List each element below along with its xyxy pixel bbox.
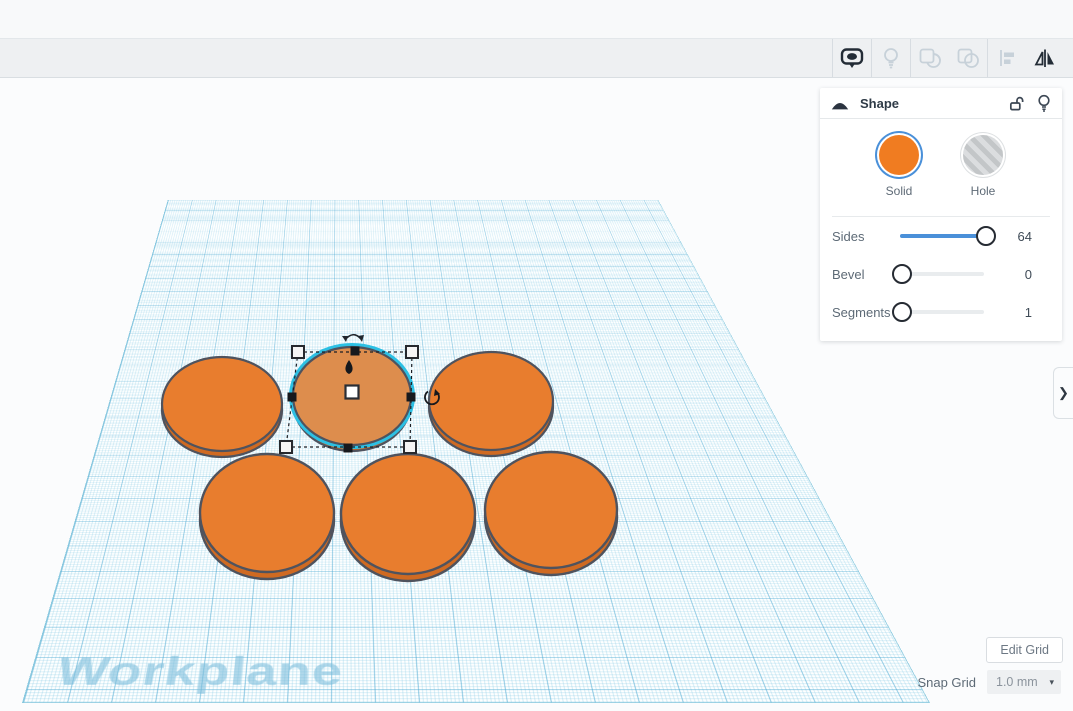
panel-collapse-tab[interactable]: ❯ (1053, 367, 1073, 419)
hole-label: Hole (970, 184, 996, 198)
caret-down-icon: ▾ (1049, 676, 1054, 687)
snap-grid-dropdown[interactable]: 1.0 mm ▾ (987, 670, 1061, 694)
segments-slider-row: Segments 1 (820, 293, 1062, 331)
lightbulb-icon-glyph (884, 48, 898, 69)
bevel-slider-row: Bevel 0 (820, 255, 1062, 293)
ungroup-icon-glyph (957, 48, 979, 68)
toolbar (0, 38, 1073, 78)
segments-label: Segments (832, 304, 891, 320)
unlock-icon[interactable] (1008, 95, 1025, 112)
cylinder-shape[interactable] (427, 350, 555, 458)
segments-slider[interactable] (892, 302, 984, 322)
flip-icon-glyph (1034, 49, 1054, 67)
bevel-label: Bevel (832, 266, 865, 282)
lightbulb-icon[interactable] (1036, 94, 1052, 112)
snap-grid-row: Snap Grid 1.0 mm ▾ (917, 670, 1061, 694)
segments-slider-handle[interactable] (892, 302, 912, 322)
chevron-right-icon: ❯ (1058, 385, 1069, 400)
sides-slider-fill (900, 234, 984, 238)
solid-option[interactable]: Solid (879, 135, 919, 198)
snap-grid-label: Snap Grid (917, 674, 976, 690)
top-strip (0, 0, 1073, 38)
hole-swatch[interactable] (963, 135, 1003, 175)
align-icon[interactable] (988, 39, 1026, 77)
notes-icon[interactable] (833, 39, 871, 77)
hole-option[interactable]: Hole (963, 135, 1003, 198)
material-options: Solid Hole (820, 119, 1062, 210)
bevel-value: 0 (1024, 266, 1032, 282)
panel-bottom-pad (820, 331, 1062, 341)
group-icon-glyph (919, 48, 941, 68)
sides-label: Sides (832, 228, 865, 244)
bevel-slider[interactable] (892, 264, 984, 284)
solid-swatch[interactable] (879, 135, 919, 175)
cylinder-shape[interactable] (483, 450, 619, 577)
sides-slider[interactable] (900, 226, 996, 246)
toolbar-pad (1064, 39, 1073, 77)
tinkercad-editor: Workplane Shape Solid Hole Sides 64 Beve… (0, 0, 1073, 711)
panel-title: Shape (860, 95, 900, 111)
segments-value: 1 (1024, 304, 1032, 320)
shape-category-icon (831, 102, 849, 109)
align-icon-glyph (1000, 50, 1014, 66)
hide-selected-icon[interactable] (872, 39, 910, 77)
cylinder-shape[interactable] (198, 452, 336, 581)
notes-icon-glyph (840, 48, 864, 68)
snap-grid-value: 1.0 mm (996, 675, 1038, 689)
cylinder-shape[interactable] (339, 452, 477, 583)
sides-slider-row: Sides 64 (820, 217, 1062, 255)
bevel-slider-handle[interactable] (892, 264, 912, 284)
ungroup-icon[interactable] (949, 39, 987, 77)
flip-icon[interactable] (1026, 39, 1064, 77)
shape-panel-header: Shape (820, 88, 1062, 119)
solid-label: Solid (885, 184, 913, 198)
shape-inspector-panel: Shape Solid Hole Sides 64 Bevel 0 Segmen… (820, 88, 1062, 341)
sides-slider-handle[interactable] (976, 226, 996, 246)
elevation-handle[interactable] (344, 384, 360, 400)
cylinder-shape[interactable] (160, 355, 284, 459)
edit-grid-button[interactable]: Edit Grid (986, 637, 1063, 663)
workplane-watermark: Workplane (51, 647, 344, 694)
group-icon[interactable] (911, 39, 949, 77)
